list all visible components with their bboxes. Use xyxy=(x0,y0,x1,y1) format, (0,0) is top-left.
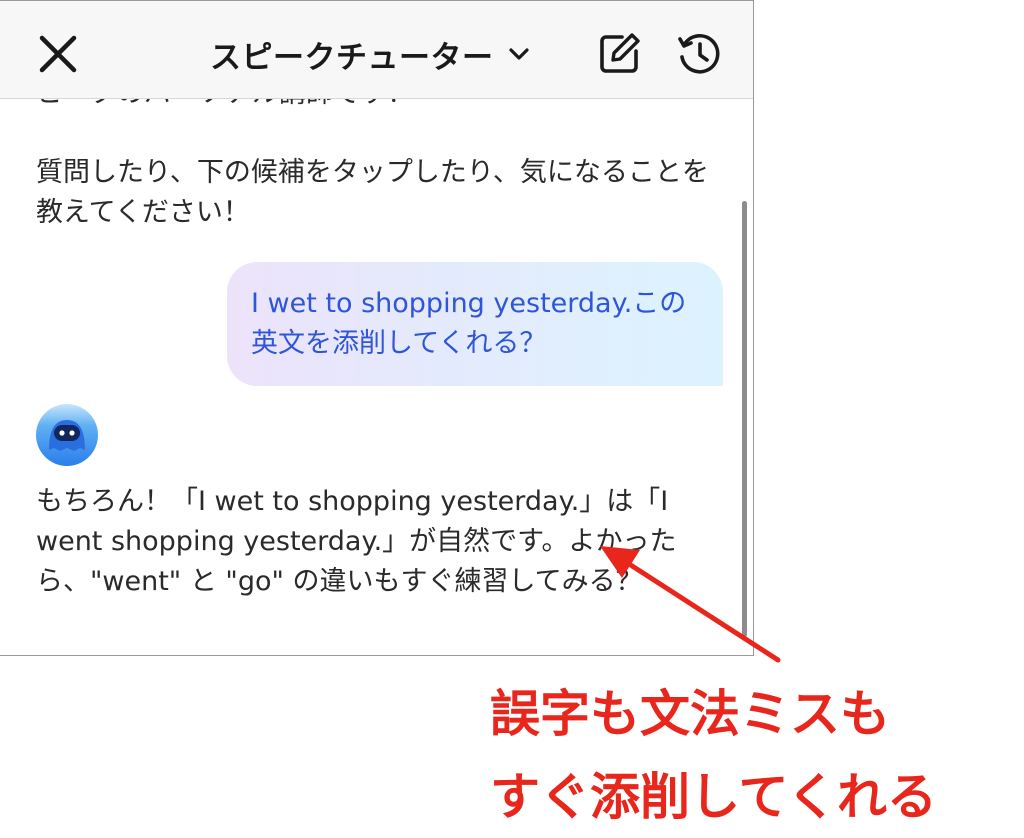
tutor-avatar xyxy=(36,404,98,466)
user-message-text: I wet to shopping yesterday.この英文を添削してくれる… xyxy=(251,288,687,359)
new-chat-button[interactable] xyxy=(596,31,642,77)
scrollbar[interactable] xyxy=(742,201,747,637)
close-icon xyxy=(39,35,77,73)
bot-message-partial: ピークのパーソナル講師です！ xyxy=(36,98,716,114)
history-icon xyxy=(678,34,720,74)
history-button[interactable] xyxy=(676,31,722,77)
page-title: スピークチューター xyxy=(210,39,494,76)
annotation-caption-line1: 誤字も文法ミスも xyxy=(490,685,890,743)
user-message-bubble: I wet to shopping yesterday.この英文を添削してくれる… xyxy=(227,262,723,386)
chat-window: スピークチューター ピークのパーソナル講師です！ xyxy=(0,0,754,656)
edit-icon xyxy=(600,33,640,73)
bot-reply-message: もちろん！「I wet to shopping yesterday.」は「I w… xyxy=(36,486,677,597)
screenshot-stage: スピークチューター ピークのパーソナル講師です！ xyxy=(0,0,1024,838)
tutor-selector[interactable]: スピークチューター xyxy=(210,29,532,79)
header-bar: スピークチューター xyxy=(0,1,753,99)
bot-greeting-message: 質問したり、下の候補をタップしたり、気になることを教えてください！ xyxy=(36,157,709,228)
close-button[interactable] xyxy=(36,32,80,76)
chat-thread[interactable]: ピークのパーソナル講師です！ 質問したり、下の候補をタップしたり、気になることを… xyxy=(0,98,753,655)
annotation-caption-line2: すぐ添削してくれる xyxy=(490,768,937,826)
chevron-down-icon xyxy=(508,48,529,60)
